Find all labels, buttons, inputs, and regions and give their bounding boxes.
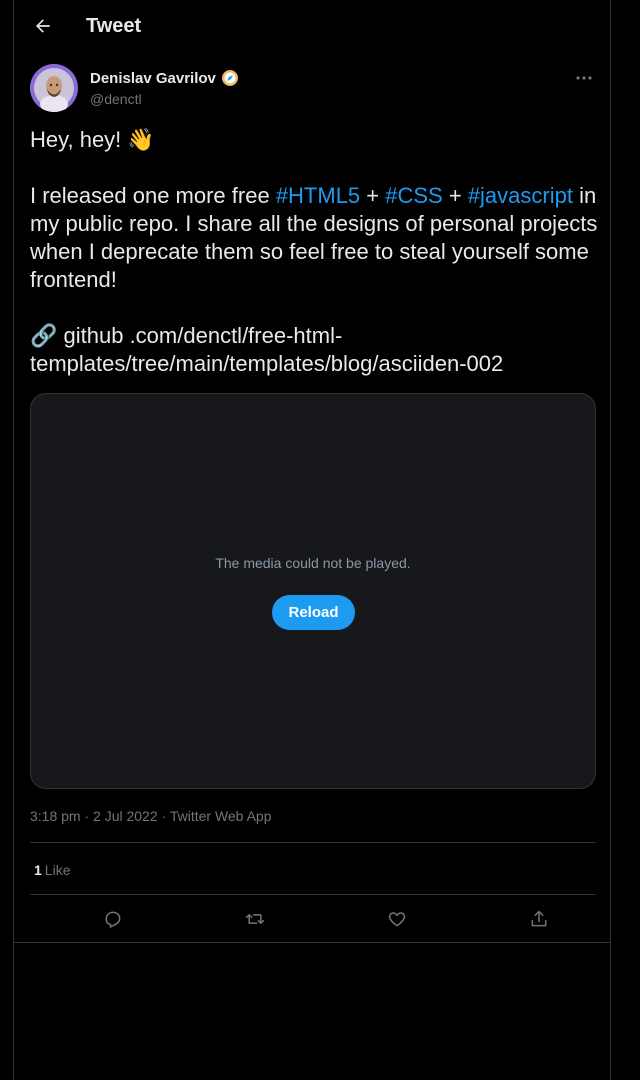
header: Tweet: [14, 0, 610, 54]
verified-compass-badge-icon: [221, 70, 238, 86]
author-name-row[interactable]: Denislav Gavrilov: [90, 69, 239, 87]
tweet-body: I released one more free #HTML5 + #CSS +…: [30, 182, 600, 294]
tweet-greeting: Hey, hey! 👋: [30, 127, 155, 152]
tweet-link-text: github .com/denctl/free-html-templates/t…: [30, 323, 504, 376]
tweet-column: Tweet Denislav Gavrilov @denctl Hey, hey…: [13, 0, 611, 1080]
plus-text: +: [360, 183, 386, 208]
like-label: Like: [44, 862, 71, 878]
like-button[interactable]: [378, 900, 416, 938]
avatar[interactable]: [30, 64, 78, 112]
arrow-left-icon: [36, 19, 50, 33]
tweet-text: Hey, hey! 👋 I released one more free #HT…: [30, 126, 600, 378]
divider: [30, 894, 596, 895]
tweet-body-text: I released one more free: [30, 183, 276, 208]
reply-icon: [105, 911, 121, 929]
hashtag-link[interactable]: #javascript: [468, 183, 573, 208]
reload-button[interactable]: Reload: [272, 595, 355, 630]
media-error-message: The media could not be played.: [215, 555, 411, 571]
share-button[interactable]: [520, 900, 558, 938]
more-options-button[interactable]: [572, 68, 596, 88]
share-icon: [531, 910, 547, 927]
link-icon: 🔗: [30, 323, 58, 348]
like-count: 1: [34, 862, 42, 878]
heart-icon: [388, 912, 406, 927]
more-horizontal-icon: [576, 76, 592, 80]
page-title: Tweet: [86, 15, 142, 37]
plus-text: +: [442, 183, 468, 208]
likes-stat[interactable]: 1 Like: [34, 862, 70, 878]
divider: [30, 842, 596, 843]
author-handle[interactable]: @denctl: [90, 91, 142, 107]
back-button[interactable]: [26, 9, 60, 43]
tweet-link-line: 🔗 github .com/denctl/free-html-templates…: [30, 322, 600, 378]
divider: [14, 942, 610, 943]
retweet-button[interactable]: [236, 900, 274, 938]
avatar-image: [30, 64, 78, 112]
hashtag-link[interactable]: #HTML5: [276, 183, 360, 208]
author-name[interactable]: Denislav Gavrilov: [90, 70, 216, 87]
tweet-timestamp[interactable]: 3:18 pm · 2 Jul 2022 · Twitter Web App: [30, 808, 272, 824]
retweet-icon: [245, 914, 265, 924]
reply-button[interactable]: [94, 900, 132, 938]
tweet-actions: [30, 900, 596, 938]
media-container[interactable]: The media could not be played. Reload: [30, 393, 596, 789]
hashtag-link[interactable]: #CSS: [385, 183, 442, 208]
